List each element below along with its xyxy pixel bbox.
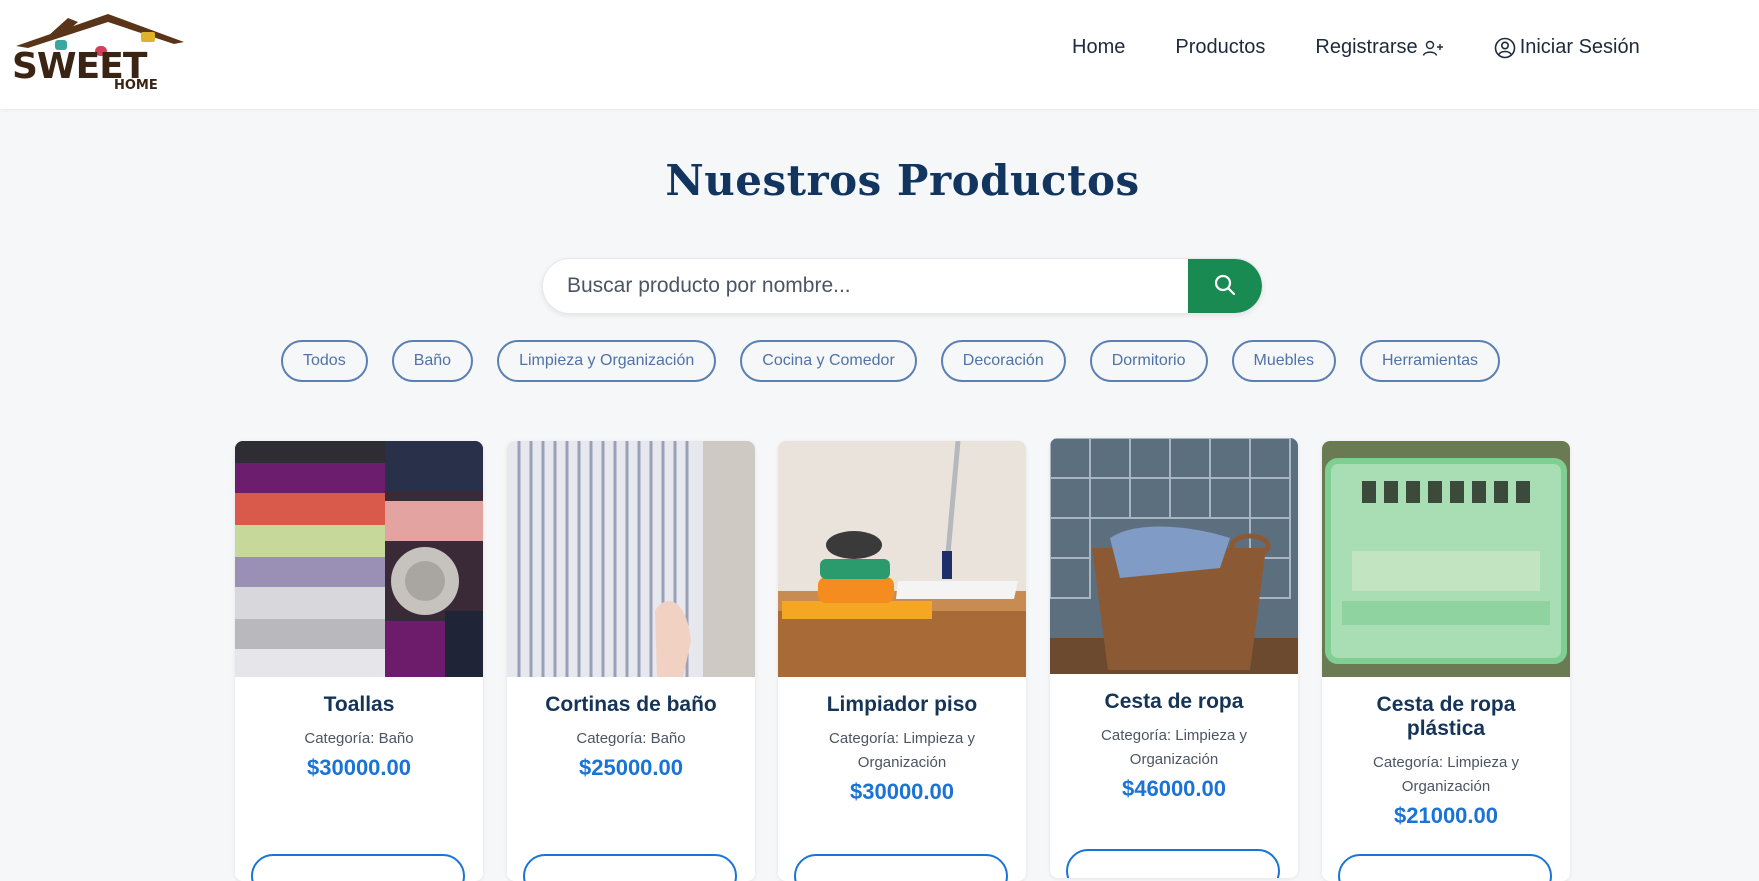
product-name: Cortinas de baño	[545, 693, 717, 716]
product-action-button[interactable]	[251, 854, 465, 881]
nav-home-link[interactable]: Home	[1072, 36, 1125, 59]
search-icon	[1213, 273, 1237, 300]
product-action-button[interactable]	[523, 854, 737, 881]
search-bar	[542, 258, 1263, 314]
user-circle-icon	[1494, 37, 1516, 59]
nav-iniciar-sesion-label: Iniciar Sesión	[1519, 36, 1640, 58]
plastic-basket-image	[1322, 441, 1570, 677]
logo-text-home: HOME	[114, 78, 158, 90]
filter-muebles[interactable]: Muebles	[1231, 340, 1336, 382]
nav-registrarse-link[interactable]: Registrarse	[1315, 36, 1443, 59]
mop-image	[778, 441, 1026, 677]
product-card[interactable]: Limpiador piso Categoría: Limpieza y Org…	[778, 441, 1026, 881]
product-name: Cesta de ropa plástica	[1376, 693, 1516, 740]
product-category: Categoría: Limpieza y Organización	[1373, 754, 1519, 795]
search-button[interactable]	[1188, 259, 1262, 313]
product-card[interactable]: Cortinas de baño Categoría: Baño $25000.…	[507, 441, 755, 881]
nav-home-label: Home	[1072, 36, 1126, 58]
product-card[interactable]: Cesta de ropa Categoría: Limpieza y Orga…	[1050, 438, 1298, 878]
search-input[interactable]	[543, 259, 1188, 313]
sweet-home-logo[interactable]: SWEET HOME	[8, 10, 190, 93]
nav-iniciar-sesion-link[interactable]: Iniciar Sesión	[1494, 36, 1640, 59]
product-price: $46000.00	[1122, 776, 1226, 801]
filter-todos[interactable]: Todos	[281, 340, 368, 382]
product-price: $21000.00	[1394, 803, 1498, 828]
wicker-basket-image	[1050, 438, 1298, 674]
towels-image	[235, 441, 483, 677]
user-plus-icon	[1422, 39, 1444, 57]
product-card[interactable]: Cesta de ropa plástica Categoría: Limpie…	[1322, 441, 1570, 881]
product-name: Limpiador piso	[826, 693, 978, 716]
product-name: Toallas	[323, 693, 395, 716]
filter-herramientas[interactable]: Herramientas	[1360, 340, 1501, 382]
page-title: Nuestros Productos	[665, 156, 1140, 205]
filter-cocina-comedor[interactable]: Cocina y Comedor	[740, 340, 917, 382]
product-action-button[interactable]	[794, 854, 1008, 881]
product-price: $30000.00	[307, 755, 411, 780]
product-category: Categoría: Baño	[304, 730, 414, 747]
main-nav: Home Productos Registrarse Iniciar Sesió…	[1072, 36, 1690, 59]
category-filters: Todos Baño Limpieza y Organización Cocin…	[281, 340, 1524, 382]
product-category: Categoría: Limpieza y Organización	[829, 730, 975, 771]
product-price: $25000.00	[579, 755, 683, 780]
product-card[interactable]: Toallas Categoría: Baño $30000.00	[235, 441, 483, 881]
product-price: $30000.00	[850, 779, 954, 804]
product-action-button[interactable]	[1066, 849, 1280, 878]
navbar: SWEET HOME Home Productos Registrarse In…	[0, 0, 1759, 109]
nav-productos-link[interactable]: Productos	[1175, 36, 1265, 59]
product-category: Categoría: Limpieza y Organización	[1101, 727, 1247, 768]
product-name: Cesta de ropa	[1104, 690, 1244, 713]
filter-dormitorio[interactable]: Dormitorio	[1089, 340, 1208, 382]
filter-decoracion[interactable]: Decoración	[940, 340, 1066, 382]
nav-registrarse-label: Registrarse	[1315, 36, 1418, 58]
shower-curtain-image	[507, 441, 755, 677]
product-action-button[interactable]	[1338, 854, 1552, 881]
product-category: Categoría: Baño	[576, 730, 686, 747]
filter-limpieza-organizacion[interactable]: Limpieza y Organización	[497, 340, 717, 382]
filter-bano[interactable]: Baño	[391, 340, 474, 382]
nav-productos-label: Productos	[1175, 36, 1266, 58]
